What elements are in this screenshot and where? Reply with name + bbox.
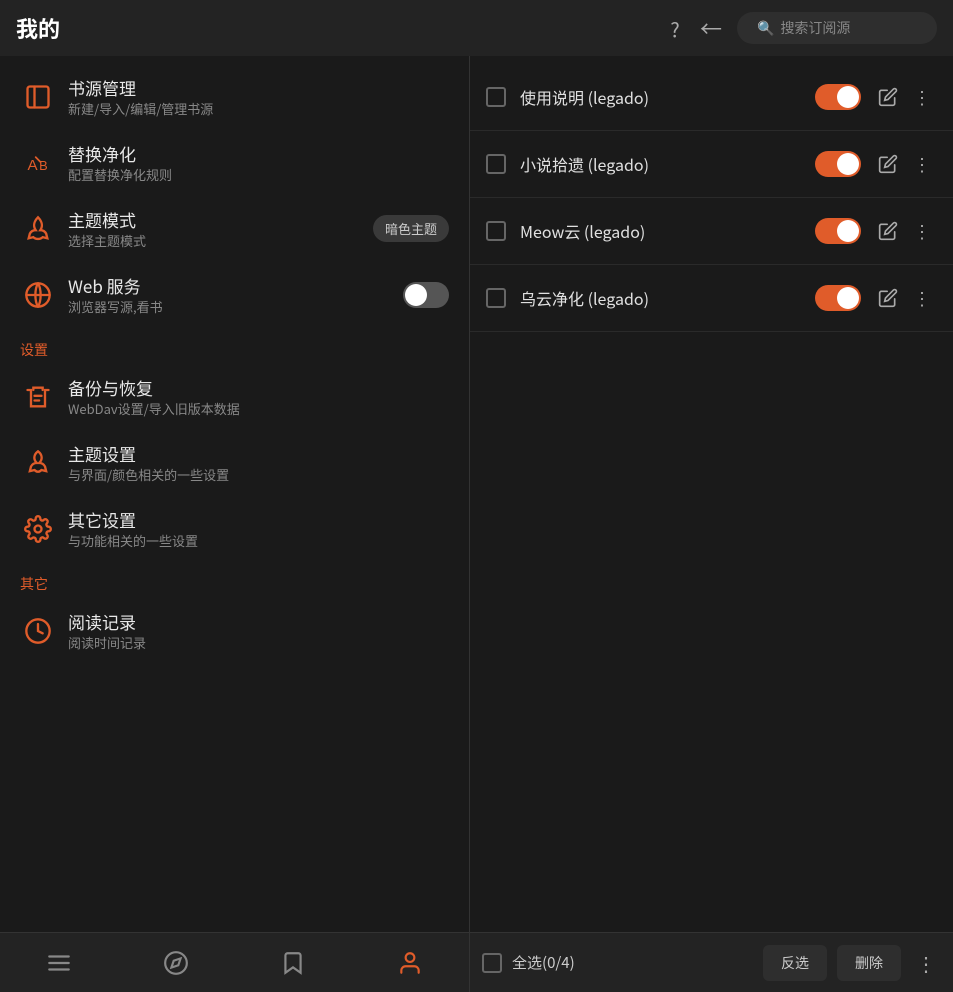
source-toggle-knob-4 bbox=[837, 287, 859, 309]
theme-mode-badge: 暗色主题 bbox=[373, 215, 449, 242]
source-checkbox-3[interactable] bbox=[486, 221, 506, 241]
menu-text-reading-record: 阅读记录 阅读时间记录 bbox=[68, 610, 449, 652]
inverse-select-button[interactable]: 反选 bbox=[763, 945, 827, 981]
source-more-icon-1[interactable]: ⋮ bbox=[907, 82, 937, 112]
source-more-icon-4[interactable]: ⋮ bbox=[907, 283, 937, 313]
source-toggle-1[interactable] bbox=[815, 84, 861, 110]
reading-record-title: 阅读记录 bbox=[68, 610, 449, 634]
source-edit-icon-3[interactable] bbox=[873, 216, 903, 246]
backup-icon bbox=[20, 379, 56, 415]
bottom-nav bbox=[0, 933, 470, 992]
menu-item-theme-settings[interactable]: 主题设置 与界面/颜色相关的一些设置 bbox=[0, 430, 469, 496]
menu-item-backup-restore[interactable]: 备份与恢复 WebDav设置/导入旧版本数据 bbox=[0, 364, 469, 430]
menu-text-theme-settings: 主题设置 与界面/颜色相关的一些设置 bbox=[68, 442, 449, 484]
theme-settings-title: 主题设置 bbox=[68, 442, 449, 466]
menu-text-replace-purify: 替换净化 配置替换净化规则 bbox=[68, 142, 449, 184]
left-panel: 书源管理 新建/导入/编辑/管理书源 A B 替换净化 配置替换净化规则 bbox=[0, 56, 470, 932]
web-icon bbox=[20, 277, 56, 313]
menu-text-book-source: 书源管理 新建/导入/编辑/管理书源 bbox=[68, 76, 449, 118]
replace-icon: A B bbox=[20, 145, 56, 181]
source-checkbox-2[interactable] bbox=[486, 154, 506, 174]
source-edit-icon-4[interactable] bbox=[873, 283, 903, 313]
right-panel: 使用说明 (legado) ⋮ 小说拾遗 (legado) bbox=[470, 56, 953, 932]
toggle-knob bbox=[405, 284, 427, 306]
other-settings-subtitle: 与功能相关的一些设置 bbox=[68, 532, 449, 550]
section-settings-label: 设置 bbox=[0, 328, 469, 364]
menu-text-other-settings: 其它设置 与功能相关的一些设置 bbox=[68, 508, 449, 550]
source-item-4[interactable]: 乌云净化 (legado) ⋮ bbox=[470, 265, 953, 332]
search-icon: 🔍 bbox=[757, 18, 774, 38]
source-item-1[interactable]: 使用说明 (legado) ⋮ bbox=[470, 64, 953, 131]
menu-item-theme-mode[interactable]: 主题模式 选择主题模式 暗色主题 bbox=[0, 196, 469, 262]
theme-settings-subtitle: 与界面/颜色相关的一些设置 bbox=[68, 466, 449, 484]
menu-text-backup-restore: 备份与恢复 WebDav设置/导入旧版本数据 bbox=[68, 376, 449, 418]
nav-bookmark[interactable] bbox=[263, 933, 323, 992]
web-service-subtitle: 浏览器写源,看书 bbox=[68, 298, 403, 316]
bottom-more-icon[interactable]: ⋮ bbox=[911, 948, 941, 978]
bottom-actions: 全选(0/4) 反选 删除 ⋮ bbox=[470, 945, 953, 981]
source-toggle-knob-3 bbox=[837, 220, 859, 242]
source-name-4: 乌云净化 (legado) bbox=[520, 286, 815, 310]
replace-purify-title: 替换净化 bbox=[68, 142, 449, 166]
other-settings-title: 其它设置 bbox=[68, 508, 449, 532]
book-source-subtitle: 新建/导入/编辑/管理书源 bbox=[68, 100, 449, 118]
web-service-title: Web 服务 bbox=[68, 274, 403, 298]
select-all-label: 全选(0/4) bbox=[512, 952, 753, 973]
svg-text:B: B bbox=[39, 158, 48, 173]
menu-item-book-source[interactable]: 书源管理 新建/导入/编辑/管理书源 bbox=[0, 64, 469, 130]
theme-mode-subtitle: 选择主题模式 bbox=[68, 232, 373, 250]
source-name-3: Meow云 (legado) bbox=[520, 219, 815, 243]
search-bar[interactable]: 🔍 搜索订阅源 bbox=[737, 12, 937, 44]
source-toggle-knob-1 bbox=[837, 86, 859, 108]
source-name-1: 使用说明 (legado) bbox=[520, 85, 815, 109]
backup-restore-title: 备份与恢复 bbox=[68, 376, 449, 400]
reading-record-subtitle: 阅读时间记录 bbox=[68, 634, 449, 652]
book-source-title: 书源管理 bbox=[68, 76, 449, 100]
source-item-3[interactable]: Meow云 (legado) ⋮ bbox=[470, 198, 953, 265]
source-checkbox-4[interactable] bbox=[486, 288, 506, 308]
book-icon bbox=[20, 79, 56, 115]
source-toggle-3[interactable] bbox=[815, 218, 861, 244]
menu-text-theme-mode: 主题模式 选择主题模式 bbox=[68, 208, 373, 250]
help-icon[interactable]: ? bbox=[657, 10, 693, 46]
source-more-icon-3[interactable]: ⋮ bbox=[907, 216, 937, 246]
menu-text-web-service: Web 服务 浏览器写源,看书 bbox=[68, 274, 403, 316]
menu-item-web-service[interactable]: Web 服务 浏览器写源,看书 bbox=[0, 262, 469, 328]
backup-restore-subtitle: WebDav设置/导入旧版本数据 bbox=[68, 400, 449, 418]
replace-purify-subtitle: 配置替换净化规则 bbox=[68, 166, 449, 184]
source-toggle-4[interactable] bbox=[815, 285, 861, 311]
bottom-bar: 全选(0/4) 反选 删除 ⋮ bbox=[0, 932, 953, 992]
source-checkbox-1[interactable] bbox=[486, 87, 506, 107]
main-content: 书源管理 新建/导入/编辑/管理书源 A B 替换净化 配置替换净化规则 bbox=[0, 56, 953, 932]
header: 我的 ? ← 🔍 搜索订阅源 bbox=[0, 0, 953, 56]
source-toggle-2[interactable] bbox=[815, 151, 861, 177]
menu-item-reading-record[interactable]: 阅读记录 阅读时间记录 bbox=[0, 598, 469, 664]
source-edit-icon-2[interactable] bbox=[873, 149, 903, 179]
source-name-2: 小说拾遗 (legado) bbox=[520, 152, 815, 176]
reading-record-icon bbox=[20, 613, 56, 649]
source-item-2[interactable]: 小说拾遗 (legado) ⋮ bbox=[470, 131, 953, 198]
nav-bookshelf[interactable] bbox=[29, 933, 89, 992]
section-other-label: 其它 bbox=[0, 562, 469, 598]
source-toggle-knob-2 bbox=[837, 153, 859, 175]
search-placeholder: 搜索订阅源 bbox=[780, 18, 850, 38]
theme-settings-icon bbox=[20, 445, 56, 481]
delete-button[interactable]: 删除 bbox=[837, 945, 901, 981]
theme-mode-title: 主题模式 bbox=[68, 208, 373, 232]
page-title: 我的 bbox=[16, 12, 60, 44]
back-icon[interactable]: ← bbox=[693, 10, 729, 46]
menu-item-other-settings[interactable]: 其它设置 与功能相关的一些设置 bbox=[0, 496, 469, 562]
source-edit-icon-1[interactable] bbox=[873, 82, 903, 112]
nav-discover[interactable] bbox=[146, 933, 206, 992]
source-more-icon-2[interactable]: ⋮ bbox=[907, 149, 937, 179]
theme-icon bbox=[20, 211, 56, 247]
select-all-checkbox[interactable] bbox=[482, 953, 502, 973]
nav-profile[interactable] bbox=[380, 933, 440, 992]
web-service-toggle[interactable] bbox=[403, 282, 449, 308]
other-settings-icon bbox=[20, 511, 56, 547]
menu-item-replace-purify[interactable]: A B 替换净化 配置替换净化规则 bbox=[0, 130, 469, 196]
